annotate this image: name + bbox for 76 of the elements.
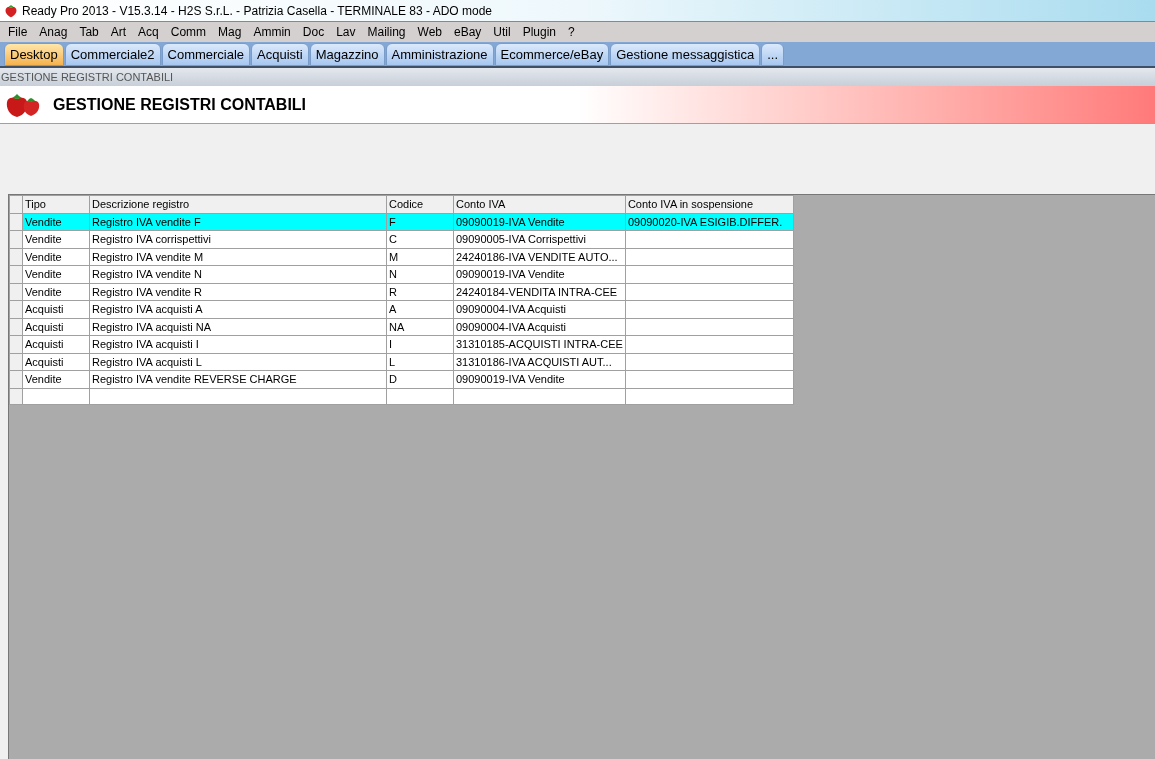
table-cell: R	[389, 285, 397, 298]
tab[interactable]: Acquisti	[251, 43, 309, 66]
table-cell: 09090020-IVA ESIGIB.DIFFER.	[627, 215, 783, 228]
menu-item[interactable]: Util	[487, 23, 517, 41]
table-cell: 09090019-IVA Vendite	[456, 268, 565, 280]
table-cell: Registro IVA vendite R	[92, 285, 202, 298]
tab[interactable]: Ecommerce/eBay	[494, 43, 610, 66]
strawberries-icon	[5, 91, 41, 118]
table-cell: Registro IVA vendite REVERSE CHARGE	[92, 373, 297, 385]
table-cell: F	[389, 215, 396, 228]
table-cell: 31310186-IVA ACQUISTI AUT...	[456, 355, 612, 368]
table-cell: Registro IVA vendite F	[92, 215, 201, 228]
column-header[interactable]: Tipo	[22, 195, 90, 213]
table-cell: 24240186-IVA VENDITE AUTO...	[456, 250, 618, 263]
tab[interactable]: Commerciale2	[64, 43, 161, 66]
menu-item[interactable]: Tab	[73, 23, 105, 41]
tab[interactable]: Desktop	[4, 43, 64, 66]
table-cell: 09090004-IVA Acquisti	[456, 320, 566, 333]
menu-item[interactable]: Web	[411, 23, 448, 41]
table-cell: Registro IVA corrispettivi	[92, 233, 211, 245]
table-cell: Registro IVA acquisti I	[92, 338, 199, 350]
page-title: GESTIONE REGISTRI CONTABILI	[53, 94, 307, 115]
table-cell: Vendite	[25, 250, 62, 263]
table-cell: 24240184-VENDITA INTRA-CEE	[456, 285, 618, 298]
menu-item[interactable]: File	[2, 23, 34, 41]
table-cell: Registro IVA acquisti NA	[92, 320, 211, 333]
column-header[interactable]: Conto IVA	[453, 195, 626, 213]
table-cell: Acquisti	[25, 355, 64, 368]
menu-item[interactable]: eBay	[448, 23, 488, 41]
table-cell: Vendite	[25, 215, 62, 228]
tab[interactable]: Magazzino	[309, 43, 385, 66]
table-cell: 09090004-IVA Acquisti	[456, 303, 566, 315]
table-cell: 09090019-IVA Vendite	[456, 215, 565, 228]
column-header[interactable]: Descrizione registro	[89, 195, 387, 213]
table-cell: A	[389, 303, 397, 315]
tab[interactable]: Amministrazione	[385, 43, 494, 66]
table-cell: Acquisti	[25, 320, 64, 333]
table-cell: 09090005-IVA Corrispettivi	[456, 233, 587, 245]
table-cell: Registro IVA vendite N	[92, 268, 202, 280]
tab[interactable]: Gestione messaggistica	[610, 43, 761, 66]
menu-item[interactable]: Mailing	[361, 23, 412, 41]
table-cell: L	[389, 355, 396, 368]
menu-item[interactable]: Plugin	[516, 23, 563, 41]
menu-item[interactable]: Comm	[164, 23, 213, 41]
table-cell: Acquisti	[25, 303, 64, 315]
tab[interactable]: ...	[761, 43, 785, 66]
menu-item[interactable]: ?	[562, 23, 581, 41]
table-cell: 31310185-ACQUISTI INTRA-CEE	[456, 338, 623, 350]
table-cell: Vendite	[25, 233, 62, 245]
table-cell: 09090019-IVA Vendite	[456, 373, 565, 385]
table-cell: N	[389, 268, 397, 280]
table-cell: NA	[389, 320, 405, 333]
menu-item[interactable]: Anag	[33, 23, 74, 41]
menu-item[interactable]: Ammin	[247, 23, 297, 41]
menu-item[interactable]: Art	[104, 23, 133, 41]
table-cell: Acquisti	[25, 338, 64, 350]
menu-item[interactable]: Lav	[330, 23, 362, 41]
breadcrumb: GESTIONE REGISTRI CONTABILI	[0, 69, 175, 85]
table-cell: Registro IVA vendite M	[92, 250, 204, 263]
app-icon	[4, 3, 18, 18]
table-cell: D	[389, 373, 397, 385]
table-cell: Vendite	[25, 373, 62, 385]
table-cell: Registro IVA acquisti A	[92, 303, 203, 315]
column-header[interactable]: Codice	[386, 195, 454, 213]
table-cell: Vendite	[25, 268, 62, 280]
table-cell: M	[389, 250, 399, 263]
table-cell: I	[389, 338, 393, 350]
menu-item[interactable]: Acq	[132, 23, 165, 41]
window-title: Ready Pro 2013 - V15.3.14 - H2S S.r.L. - Patrizia Casella - TERMINALE 83 - ADO mode	[22, 2, 492, 20]
column-header[interactable]: Conto IVA in sospensione	[625, 195, 794, 213]
menu-item[interactable]: Mag	[212, 23, 248, 41]
table-cell: Vendite	[25, 285, 62, 298]
menu-item[interactable]: Doc	[296, 23, 331, 41]
tab[interactable]: Commerciale	[161, 43, 251, 66]
table-cell: Registro IVA acquisti L	[92, 355, 202, 368]
table-cell: C	[389, 233, 397, 245]
